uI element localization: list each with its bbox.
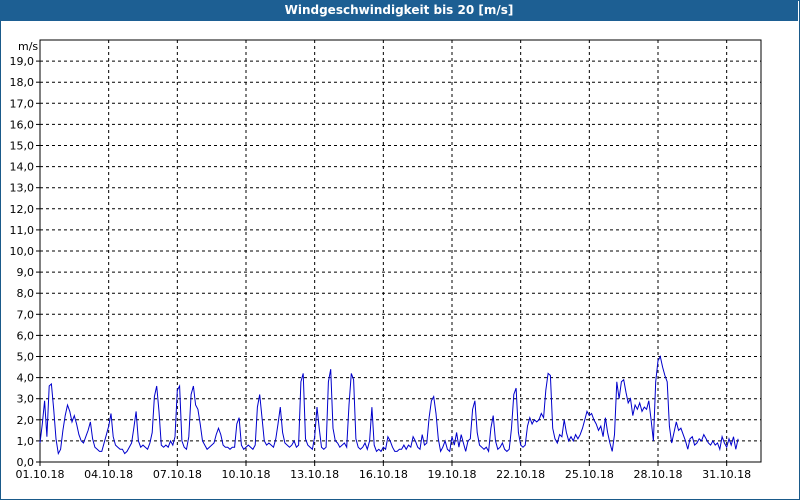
x-axis: 01.10.18 04.10.18 07.10.18 10.10.18 13.10.18… (16, 462, 751, 481)
x-tick-label: 07.10.18 (153, 468, 202, 481)
y-tick-label: 8,0 (17, 287, 35, 300)
y-tick-label: 5,0 (17, 351, 35, 364)
y-tick-label: 13,0 (10, 182, 35, 195)
y-tick-label: 12,0 (10, 203, 35, 216)
x-tick-label: 04.10.18 (84, 468, 133, 481)
x-tick-label: 10.10.18 (222, 468, 271, 481)
x-tick-label: 25.10.18 (565, 468, 614, 481)
wind-speed-line (39, 355, 739, 456)
y-tick-label: 17,0 (10, 97, 35, 110)
grid (40, 40, 761, 462)
x-tick-label: 28.10.18 (634, 468, 683, 481)
y-tick-label: 15,0 (10, 140, 35, 153)
chart-canvas: 0,01,02,03,04,05,06,07,08,09,010,011,012… (10, 39, 762, 481)
y-tick-label: 6,0 (17, 329, 35, 342)
x-tick-label: 22.10.18 (496, 468, 545, 481)
series (39, 355, 739, 456)
y-tick-label: 19,0 (10, 55, 35, 68)
y-tick-label: 2,0 (17, 414, 35, 427)
y-tick-label: 11,0 (10, 224, 35, 237)
y-tick-label: 16,0 (10, 118, 35, 131)
y-tick-label: 1,0 (17, 435, 35, 448)
x-tick-label: 19.10.18 (428, 468, 477, 481)
y-tick-label: 9,0 (17, 266, 35, 279)
y-tick-label: 4,0 (17, 372, 35, 385)
y-axis: 0,01,02,03,04,05,06,07,08,09,010,011,012… (10, 55, 40, 469)
x-tick-label: 13.10.18 (290, 468, 339, 481)
y-tick-label: 10,0 (10, 245, 35, 258)
y-tick-label: 18,0 (10, 76, 35, 89)
y-tick-label: 7,0 (17, 308, 35, 321)
y-tick-label: 14,0 (10, 161, 35, 174)
x-tick-label: 16.10.18 (359, 468, 408, 481)
x-tick-label: 01.10.18 (16, 468, 65, 481)
y-axis-unit-label: m/s (18, 40, 38, 53)
x-tick-label: 31.10.18 (702, 468, 751, 481)
y-tick-label: 3,0 (17, 393, 35, 406)
